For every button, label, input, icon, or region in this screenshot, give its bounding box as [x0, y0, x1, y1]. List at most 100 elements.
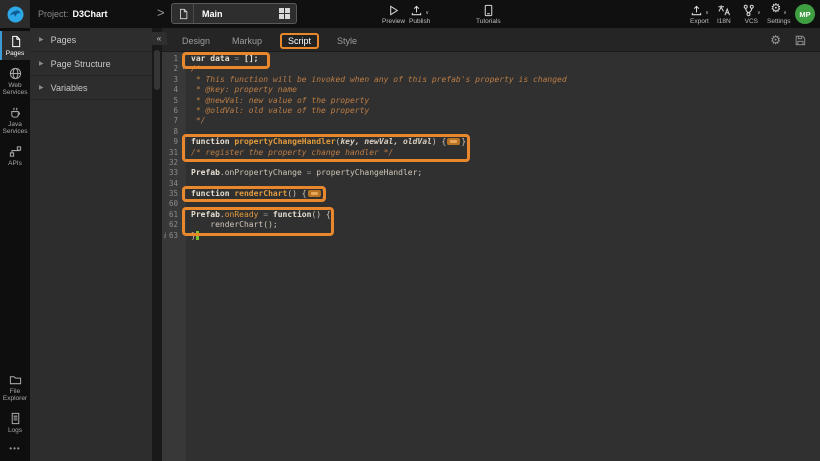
button-label: I18N — [717, 18, 731, 25]
scrollbar-thumb[interactable] — [154, 50, 160, 90]
script-settings-gear-icon[interactable]: ⚙ — [770, 34, 781, 46]
pages-icon — [9, 35, 22, 48]
logs-icon — [9, 412, 22, 425]
code-line[interactable]: 6 * @oldVal: old value of the property — [162, 106, 820, 116]
tab-design[interactable]: Design — [178, 34, 214, 48]
code-text: * @newVal: new value of the property — [186, 96, 369, 106]
code-token: renderChart(); — [191, 220, 278, 229]
code-line[interactable]: 31/* register the property change handle… — [162, 148, 820, 158]
avatar[interactable]: MP — [795, 4, 815, 24]
main-content: Design Markup Script Style ⚙ 1var data = []… — [162, 28, 820, 461]
sidebar-item-file-explorer[interactable]: File Explorer — [0, 369, 30, 405]
fold-open-icon[interactable]: ▾ — [182, 64, 185, 74]
code-token: []; — [244, 54, 258, 63]
code-line[interactable]: 34 — [162, 179, 820, 189]
panel-section-variables[interactable]: ▶Variables — [30, 76, 152, 100]
page-tab-label: Main — [194, 9, 279, 19]
code-line[interactable]: 4 * @key: property name — [162, 85, 820, 95]
code-token: * @oldVal: old value of the property — [191, 106, 369, 115]
fold-closed-icon[interactable]: ▸ — [182, 137, 185, 147]
chevron-down-icon: ∨ — [705, 10, 709, 16]
settings-button[interactable]: ⚙∨Settings — [767, 3, 791, 25]
panel-section-label: Pages — [51, 35, 77, 45]
chevron-down-icon: ∨ — [783, 10, 787, 16]
code-text — [186, 158, 191, 168]
fold-closed-icon[interactable]: ▸ — [182, 189, 185, 199]
sidebar-item-web-services[interactable]: Web Services — [0, 63, 30, 99]
sidebar-item-pages[interactable]: Pages — [0, 31, 30, 60]
code-line[interactable]: 8 — [162, 127, 820, 137]
chevron-down-icon: ∨ — [757, 10, 761, 16]
sidebar-item-logs[interactable]: Logs — [0, 408, 30, 437]
i18n-button[interactable]: I18N — [717, 3, 731, 25]
sidebar-item-java-services[interactable]: Java Services — [0, 102, 30, 138]
save-button[interactable] — [794, 34, 806, 46]
fold-open-icon[interactable]: ▾ — [182, 210, 185, 220]
sidebar-item-apis[interactable]: APIs — [0, 141, 30, 170]
tutorials-icon — [482, 4, 495, 17]
code-token: function — [191, 189, 234, 198]
code-line[interactable]: 33Prefab.onPropertyChange = propertyChan… — [162, 168, 820, 178]
code-line[interactable]: 5 * @newVal: new value of the property — [162, 96, 820, 106]
code-editor[interactable]: 1var data = [];2▾/*3 * This function wil… — [162, 52, 820, 461]
code-line[interactable]: 63i} — [162, 231, 820, 241]
code-line[interactable]: 61▾Prefab.onReady = function() { — [162, 210, 820, 220]
code-line[interactable]: 62 renderChart(); — [162, 220, 820, 230]
code-text: */ — [186, 116, 205, 126]
chevron-down-icon: ∨ — [425, 10, 429, 16]
code-token: * This function will be invoked when any… — [191, 75, 567, 84]
code-line[interactable]: 32 — [162, 158, 820, 168]
page-tab-main[interactable]: Main — [171, 3, 297, 24]
tab-style[interactable]: Style — [333, 34, 361, 48]
sidebar-item-label: File Explorer — [0, 388, 30, 402]
export-icon — [690, 4, 703, 17]
app-logo[interactable] — [0, 0, 30, 28]
sidebar-item-label: Pages — [6, 50, 24, 57]
button-label: Export — [690, 18, 709, 25]
line-number: 34 — [162, 179, 186, 189]
panel-divider-rail — [152, 28, 162, 461]
code-token: propertyChangeHandler — [234, 137, 335, 146]
globe-icon — [9, 67, 22, 80]
tab-markup[interactable]: Markup — [228, 34, 266, 48]
tutorials-button[interactable]: Tutorials — [476, 3, 501, 25]
folded-code-widget[interactable] — [308, 190, 321, 197]
topbar: Project: D3Chart > Main Preview∨PublishT… — [0, 0, 820, 28]
code-line[interactable]: 60 — [162, 199, 820, 209]
publish-button[interactable]: ∨Publish — [409, 3, 430, 25]
left-icon-sidebar: Pages Web ServicesJava Services APIs File E… — [0, 28, 30, 461]
document-icon — [172, 4, 194, 23]
upload-icon — [410, 4, 423, 17]
tab-script[interactable]: Script — [280, 33, 319, 49]
panel-section-pages[interactable]: ▶Pages — [30, 28, 152, 52]
preview-button[interactable]: Preview — [382, 3, 405, 25]
button-label: Preview — [382, 18, 405, 25]
code-token: var data — [191, 54, 234, 63]
code-line[interactable]: 2▾/* — [162, 64, 820, 74]
code-line[interactable]: 1var data = []; — [162, 54, 820, 64]
panel-collapse-button[interactable]: « — [151, 32, 167, 45]
folder-icon — [9, 373, 22, 386]
code-token: function — [273, 210, 312, 219]
code-line[interactable]: 35▸function renderChart() {} — [162, 189, 820, 199]
button-label: VCS — [745, 18, 758, 25]
vcs-button[interactable]: ∨ VCS — [742, 3, 761, 25]
folded-code-widget[interactable] — [447, 138, 460, 145]
code-token: Prefab — [191, 168, 220, 177]
code-line[interactable]: 9▸function propertyChangeHandler(key, ne… — [162, 137, 820, 147]
code-text — [186, 199, 191, 209]
line-number: 31 — [162, 148, 186, 158]
code-line[interactable]: 7 */ — [162, 116, 820, 126]
line-number: 6 — [162, 106, 186, 116]
code-token: propertyChangeHandler; — [316, 168, 422, 177]
export-button[interactable]: ∨ Export — [690, 3, 709, 25]
code-line[interactable]: 3 * This function will be invoked when a… — [162, 75, 820, 85]
code-text: renderChart(); — [186, 220, 278, 230]
grid-icon[interactable] — [279, 8, 290, 19]
button-label: Settings — [767, 18, 791, 25]
panel-section-page-structure[interactable]: ▶Page Structure — [30, 52, 152, 76]
code-token: /* — [191, 64, 201, 73]
secondary-panel: ▶Pages▶Page Structure▶Variables — [30, 28, 152, 461]
sidebar-more-button[interactable]: ••• — [0, 440, 30, 461]
save-floppy-icon — [794, 34, 806, 46]
